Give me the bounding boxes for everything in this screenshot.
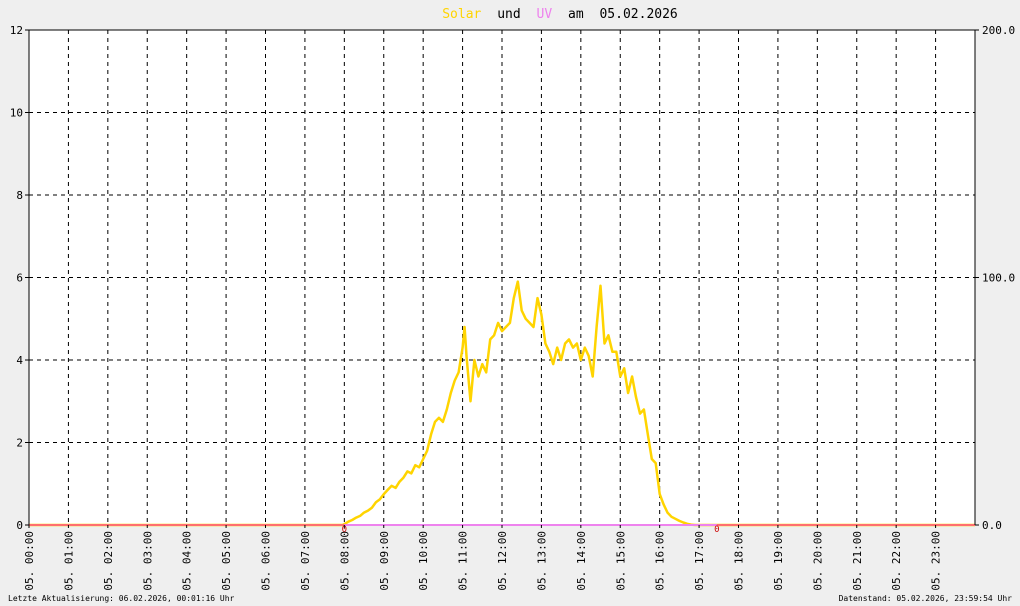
footer-data-status: Datenstand: 05.02.2026, 23:59:54 Uhr <box>839 594 1013 603</box>
y-left-tick-label: 6 <box>16 272 23 285</box>
x-tick-label: 05. 01:00 <box>62 531 75 591</box>
zero-marker-label: 0 <box>714 525 719 535</box>
x-tick-label: 05. 06:00 <box>260 531 273 591</box>
y-left-tick-label: 8 <box>16 189 23 202</box>
x-tick-label: 05. 03:00 <box>141 531 154 591</box>
x-tick-label: 05. 18:00 <box>733 531 746 591</box>
x-tick-label: 05. 16:00 <box>654 531 667 591</box>
x-tick-label: 05. 05:00 <box>220 531 233 591</box>
y-left-tick-label: 12 <box>10 24 23 37</box>
x-tick-label: 05. 13:00 <box>535 531 548 591</box>
x-tick-label: 05. 23:00 <box>930 531 943 591</box>
title-uv: UV <box>537 7 553 22</box>
solar-uv-chart: 00 0246810120.0100.0200.005. 00:00 05. 01… <box>0 0 1020 606</box>
x-tick-label: 05. 02:00 <box>102 531 115 591</box>
x-tick-label: 05. 08:00 <box>338 531 351 591</box>
x-tick-label: 05. 00:00 <box>23 531 36 591</box>
x-tick-label: 05. 11:00 <box>457 531 470 591</box>
y-right-tick-label: 100.0 <box>982 272 1015 285</box>
x-tick-label: 05. 12:00 <box>496 531 509 591</box>
footer-last-update: Letzte Aktualisierung: 06.02.2026, 00:01… <box>8 594 235 603</box>
y-left-tick-label: 2 <box>16 437 23 450</box>
y-right-tick-label: 200.0 <box>982 24 1015 37</box>
title-solar: Solar <box>442 7 481 22</box>
x-tick-label: 05. 21:00 <box>851 531 864 591</box>
title-date: 05.02.2026 <box>599 7 677 22</box>
y-left-tick-label: 10 <box>10 107 23 120</box>
title-am: am <box>568 7 584 22</box>
x-tick-label: 05. 09:00 <box>378 531 391 591</box>
x-tick-label: 05. 14:00 <box>575 531 588 591</box>
x-tick-label: 05. 17:00 <box>693 531 706 591</box>
x-tick-label: 05. 10:00 <box>417 531 430 591</box>
title-und: und <box>497 7 520 22</box>
x-tick-label: 05. 04:00 <box>181 531 194 591</box>
x-tick-label: 05. 20:00 <box>811 531 824 591</box>
x-tick-label: 05. 22:00 <box>890 531 903 591</box>
x-tick-label: 05. 07:00 <box>299 531 312 591</box>
x-tick-label: 05. 15:00 <box>614 531 627 591</box>
x-tick-label: 05. 19:00 <box>772 531 785 591</box>
y-left-tick-label: 4 <box>16 354 23 367</box>
y-right-tick-label: 0.0 <box>982 519 1002 532</box>
y-left-tick-label: 0 <box>16 519 23 532</box>
